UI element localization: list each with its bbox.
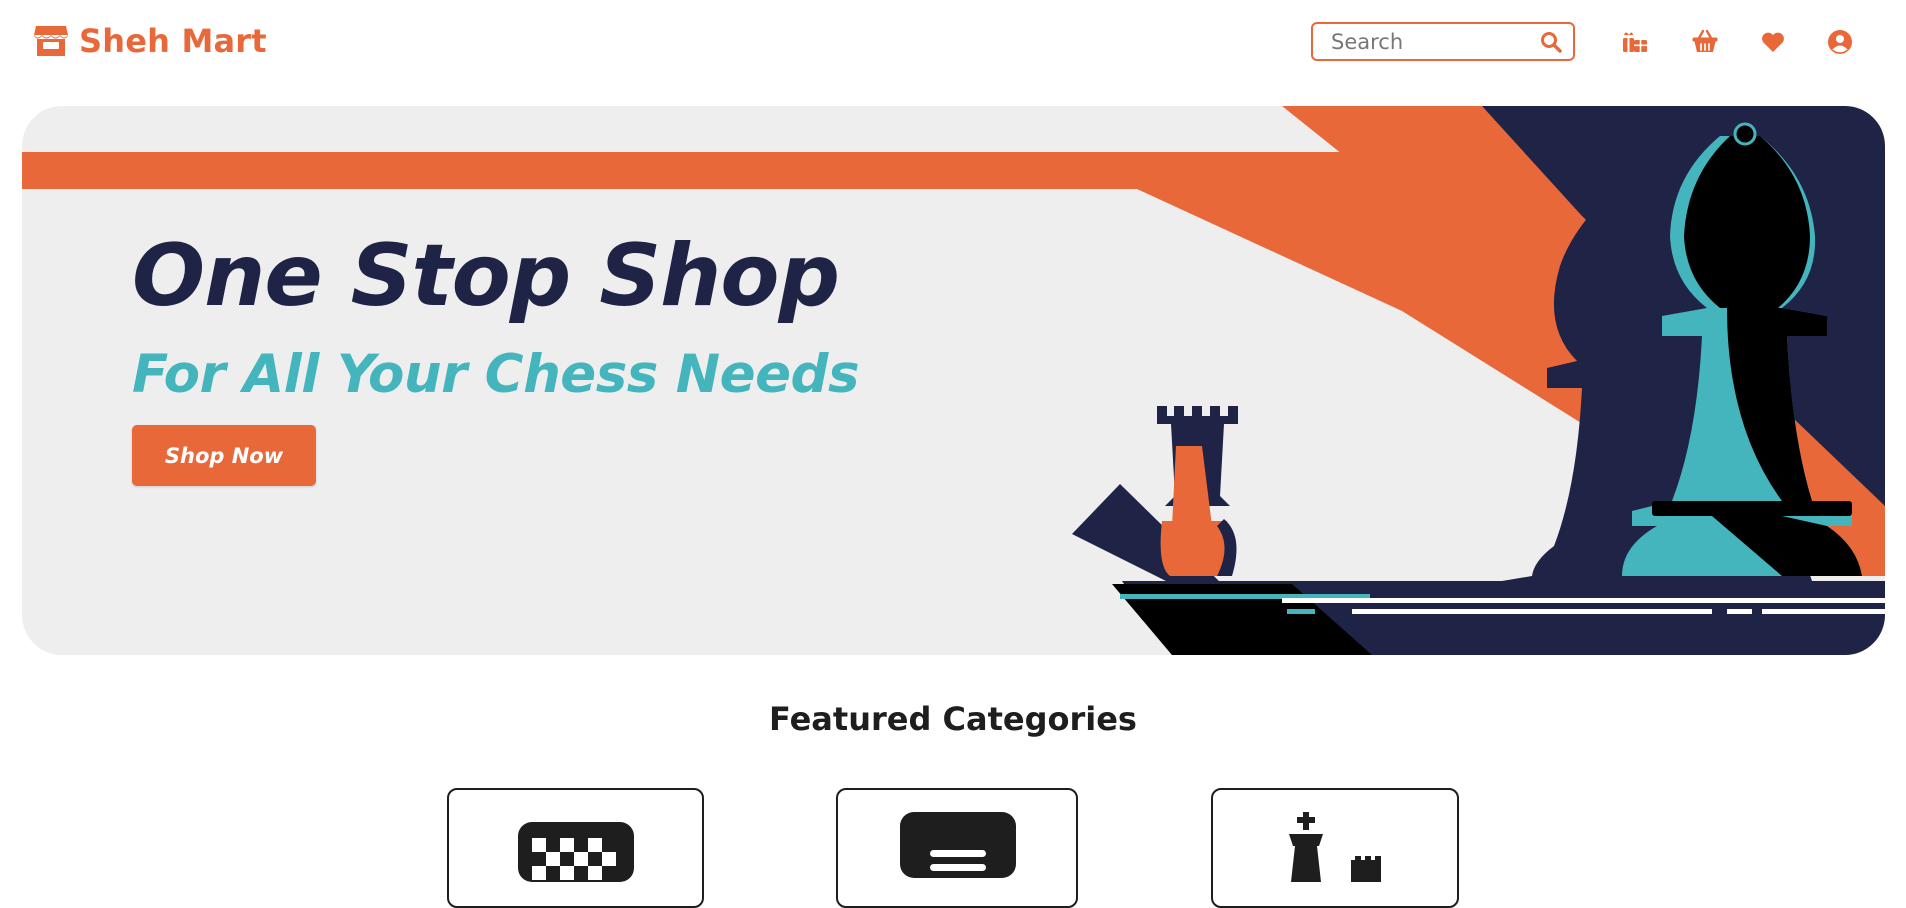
featured-categories-heading: Featured Categories bbox=[769, 700, 1137, 738]
search-icon[interactable] bbox=[1539, 30, 1563, 54]
shop-now-button[interactable]: Shop Now bbox=[132, 425, 316, 486]
brand-logo-link[interactable]: Sheh Mart bbox=[33, 22, 267, 60]
store-icon bbox=[34, 26, 68, 56]
search-bar bbox=[1311, 22, 1575, 61]
basket-icon[interactable] bbox=[1689, 26, 1721, 58]
brand-name: Sheh Mart bbox=[79, 22, 267, 60]
hero-title: One Stop Shop bbox=[132, 226, 840, 326]
hero-banner: One Stop Shop For All Your Chess Needs S… bbox=[22, 106, 1885, 655]
heart-icon[interactable] bbox=[1757, 26, 1789, 58]
user-account-icon[interactable] bbox=[1824, 26, 1856, 58]
category-card-chessboards[interactable] bbox=[447, 788, 704, 908]
chess-pieces-icon bbox=[1289, 812, 1381, 882]
category-card-books[interactable] bbox=[836, 788, 1078, 908]
category-card-chess-pieces[interactable] bbox=[1211, 788, 1459, 908]
search-input[interactable] bbox=[1313, 24, 1533, 59]
hero-subtitle: For All Your Chess Needs bbox=[132, 344, 860, 405]
site-header: Sheh Mart bbox=[0, 0, 1906, 84]
chessboard-icon bbox=[518, 822, 634, 882]
menu-list-icon bbox=[900, 812, 1016, 878]
gifts-icon[interactable] bbox=[1619, 26, 1651, 58]
